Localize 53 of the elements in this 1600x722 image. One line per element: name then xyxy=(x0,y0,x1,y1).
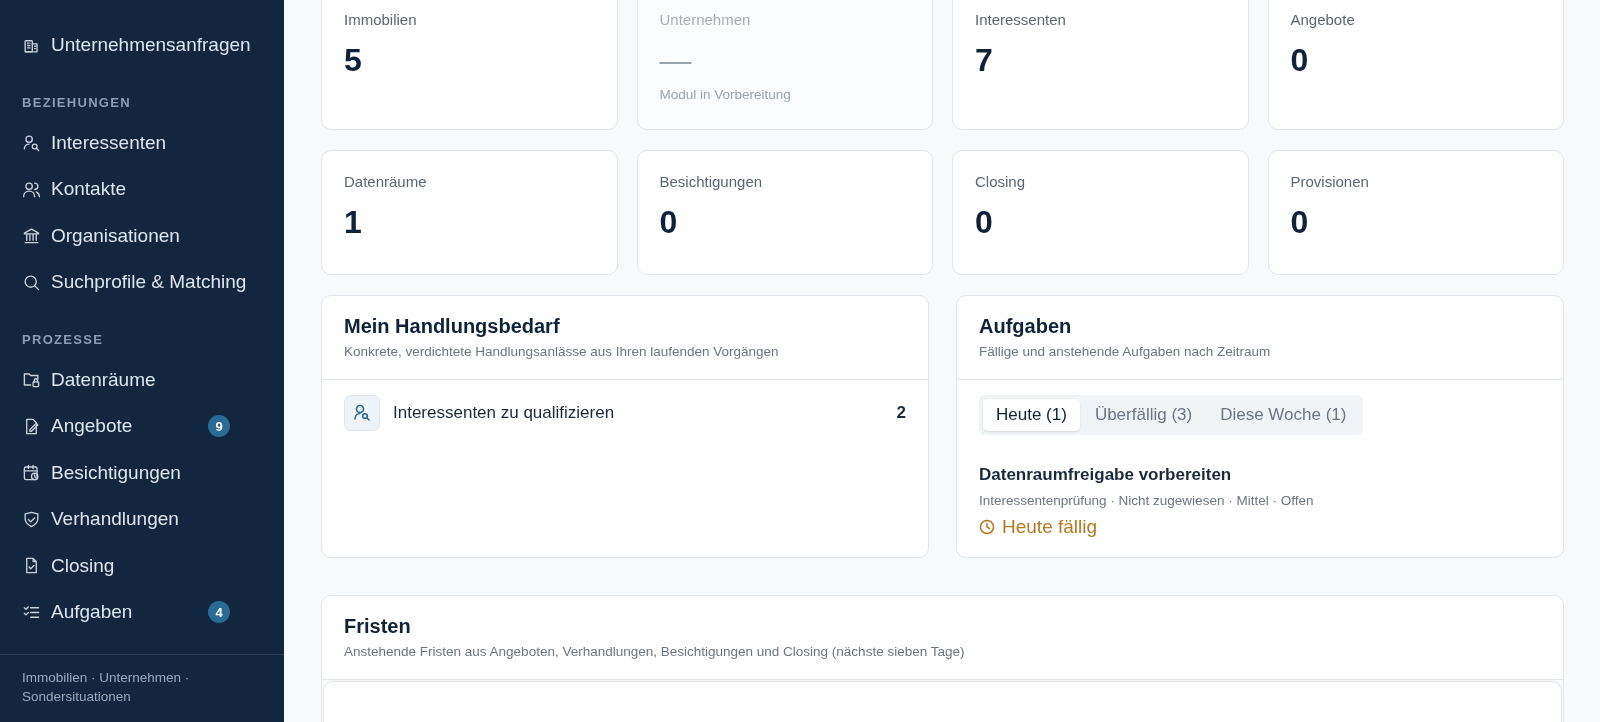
stat-value: 0 xyxy=(1290,42,1310,79)
stat-label: Provisionen xyxy=(1290,173,1370,190)
section-heading: BEZIEHUNGEN xyxy=(22,93,132,112)
sidebar-item[interactable]: Kontakte xyxy=(0,166,284,213)
stat-value: 1 xyxy=(344,204,363,241)
panel-subtitle: Konkrete, verdichtete Handlungsanlässe aus Ihren laufenden Vorgängen xyxy=(344,344,780,359)
person-search-icon xyxy=(344,395,380,431)
stat-label: Closing xyxy=(975,173,1027,190)
sidebar-item[interactable]: Verhandlungen xyxy=(0,496,284,543)
stat-label: Interessenten xyxy=(975,11,1067,28)
panel-title: Mein Handlungsbedarf xyxy=(344,315,561,338)
clock-icon xyxy=(979,519,995,535)
stat-value: 7 xyxy=(975,42,994,79)
stat-label: Angebote xyxy=(1290,11,1356,28)
stat-value: 0 xyxy=(975,204,994,241)
stat-value: — xyxy=(659,42,693,79)
panel-title: Aufgaben xyxy=(979,315,1073,338)
due-label: Heute fällig xyxy=(1002,516,1098,538)
stat-value: 0 xyxy=(659,204,679,241)
nav-icon xyxy=(22,370,41,390)
nav-icon xyxy=(22,463,41,483)
sidebar-item[interactable]: Aufgaben 4 xyxy=(0,589,284,636)
section-heading: PROZESSE xyxy=(22,330,105,349)
sidebar-item[interactable]: Datenräume xyxy=(0,356,284,403)
stat-value: 0 xyxy=(1290,204,1310,241)
nav-icon xyxy=(22,509,41,529)
stat-label: Unternehmen xyxy=(659,11,752,28)
action-item[interactable]: Interessenten zu qualifizieren 2 xyxy=(344,395,906,431)
sidebar-item[interactable]: Interessenten xyxy=(0,119,284,166)
panel-subtitle: Anstehende Fristen aus Angeboten, Verhandlungen, Besichtigungen und Closing (nächste sieben Tage) xyxy=(344,644,966,659)
sidebar-item[interactable]: Suchprofile & Matching xyxy=(0,259,284,306)
sidebar-item[interactable]: Besichtigungen xyxy=(0,449,284,496)
stat-value: 5 xyxy=(344,42,363,79)
nav-icon xyxy=(22,226,41,246)
sidebar-item[interactable]: Angebote 9 xyxy=(0,403,284,450)
sidebar-item[interactable]: Closing xyxy=(0,542,284,589)
stat-label: Besichtigungen xyxy=(659,173,764,190)
nav-icon xyxy=(22,133,41,153)
sidebar-item[interactable]: Unternehmensanfragen xyxy=(0,22,284,69)
tab[interactable]: Heute (1) xyxy=(983,399,1080,431)
count-badge: 9 xyxy=(208,415,230,438)
panel-title: Fristen xyxy=(344,615,412,638)
tab[interactable]: Diese Woche (1) xyxy=(1207,399,1360,431)
panel-subtitle: Fällige und anstehende Aufgaben nach Zeitraum xyxy=(979,344,1272,359)
task-meta: Interessentenprüfung · Nicht zugewiesen · Mittel · Offen xyxy=(979,493,1315,508)
stat-label: Datenräume xyxy=(344,173,428,190)
sidebar-item[interactable]: Organisationen xyxy=(0,212,284,259)
sidebar-footer: Immobilien · Unternehmen · Sondersituationen xyxy=(0,654,284,722)
stat-label: Immobilien xyxy=(344,11,418,28)
stat-note: Modul in Vorbereitung xyxy=(659,87,792,102)
task-title: Datenraumfreigabe vorbereiten xyxy=(979,465,1233,485)
count-badge: 4 xyxy=(208,601,230,624)
tab[interactable]: Überfällig (3) xyxy=(1081,399,1206,431)
